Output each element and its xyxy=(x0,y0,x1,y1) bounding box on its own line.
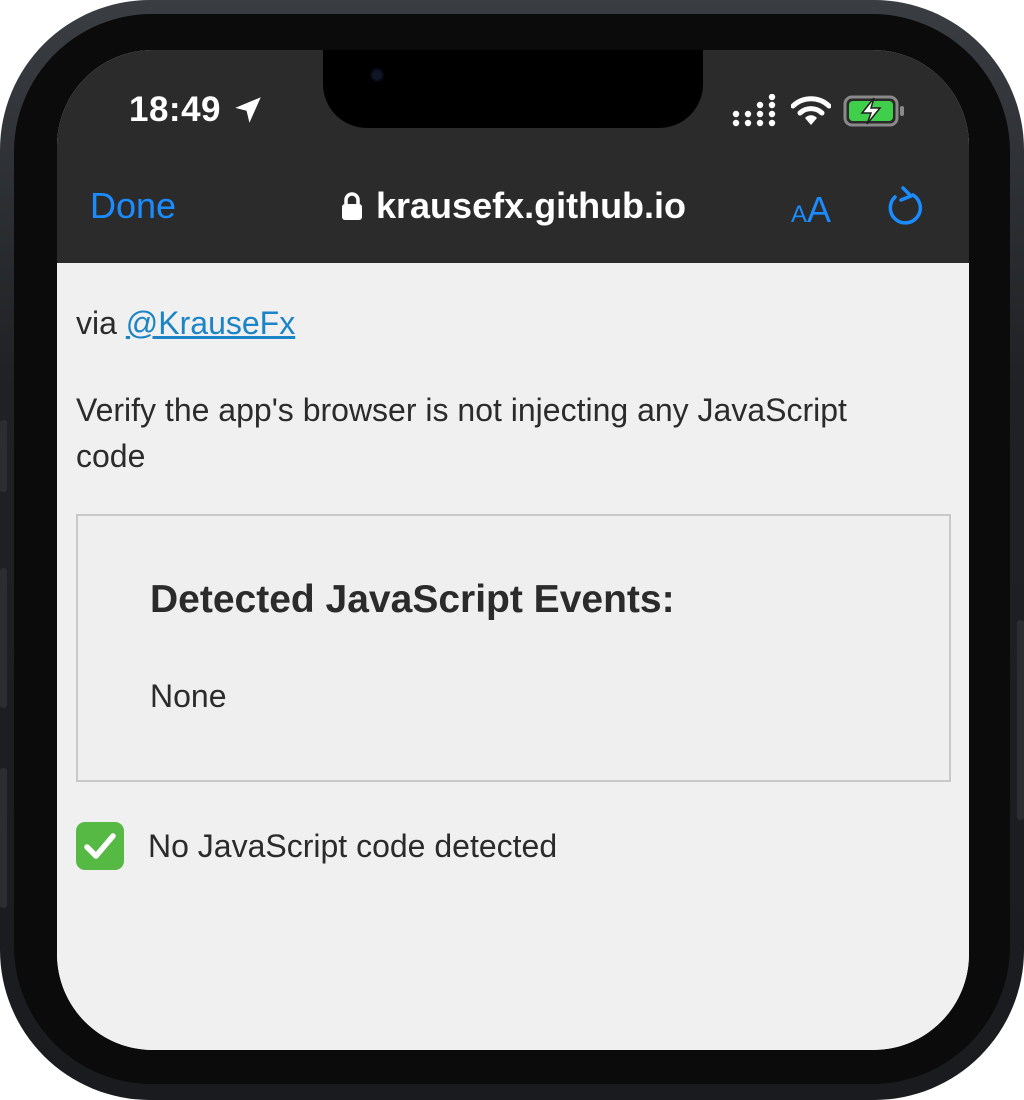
url-text: krausefx.github.io xyxy=(376,185,687,226)
side-button-volume-down xyxy=(0,768,7,908)
clock-text: 18:49 xyxy=(129,90,222,129)
camera-icon xyxy=(372,70,382,80)
via-prefix: via xyxy=(76,305,117,341)
check-mark-icon xyxy=(76,822,124,870)
result-line: No JavaScript code detected xyxy=(76,821,557,871)
browser-nav-row: Done krausefx.github.io AA xyxy=(57,178,969,234)
location-arrow-icon xyxy=(235,97,261,123)
verify-text: Verify the app's browser is not injectin… xyxy=(76,392,847,474)
cellular-signal-icon xyxy=(732,94,776,127)
lock-icon xyxy=(342,192,362,220)
events-title: Detected JavaScript Events: xyxy=(150,578,675,621)
status-bar-time: 18:49 xyxy=(129,88,265,132)
notch xyxy=(323,50,703,128)
phone-frame: 18:49 Done krausefx.github.io AA via @Kr… xyxy=(0,0,1024,1100)
text-size-button[interactable]: AA xyxy=(791,186,831,234)
side-button-action xyxy=(0,420,7,492)
side-button-volume-up xyxy=(0,568,7,708)
web-content: via @KrauseFx Verify the app's browser i… xyxy=(57,263,969,1050)
done-button[interactable]: Done xyxy=(90,178,176,234)
reload-icon[interactable] xyxy=(885,186,925,228)
battery-charging-icon xyxy=(843,95,904,127)
result-text: No JavaScript code detected xyxy=(148,827,558,864)
krausefx-link[interactable]: @KrauseFx xyxy=(126,305,295,341)
side-button-power xyxy=(1017,620,1024,820)
text-size-large-label: A xyxy=(807,189,832,230)
events-box: Detected JavaScript Events: None xyxy=(76,514,951,782)
browser-top-bar: 18:49 Done krausefx.github.io AA xyxy=(57,50,969,263)
text-size-small-label: A xyxy=(791,201,808,228)
wifi-icon xyxy=(791,96,831,125)
events-value: None xyxy=(150,678,227,714)
screen: 18:49 Done krausefx.github.io AA via @Kr… xyxy=(57,50,969,1050)
status-bar-right xyxy=(731,92,907,130)
via-line: via @KrauseFx xyxy=(76,305,295,342)
address-bar[interactable]: krausefx.github.io xyxy=(340,178,686,234)
